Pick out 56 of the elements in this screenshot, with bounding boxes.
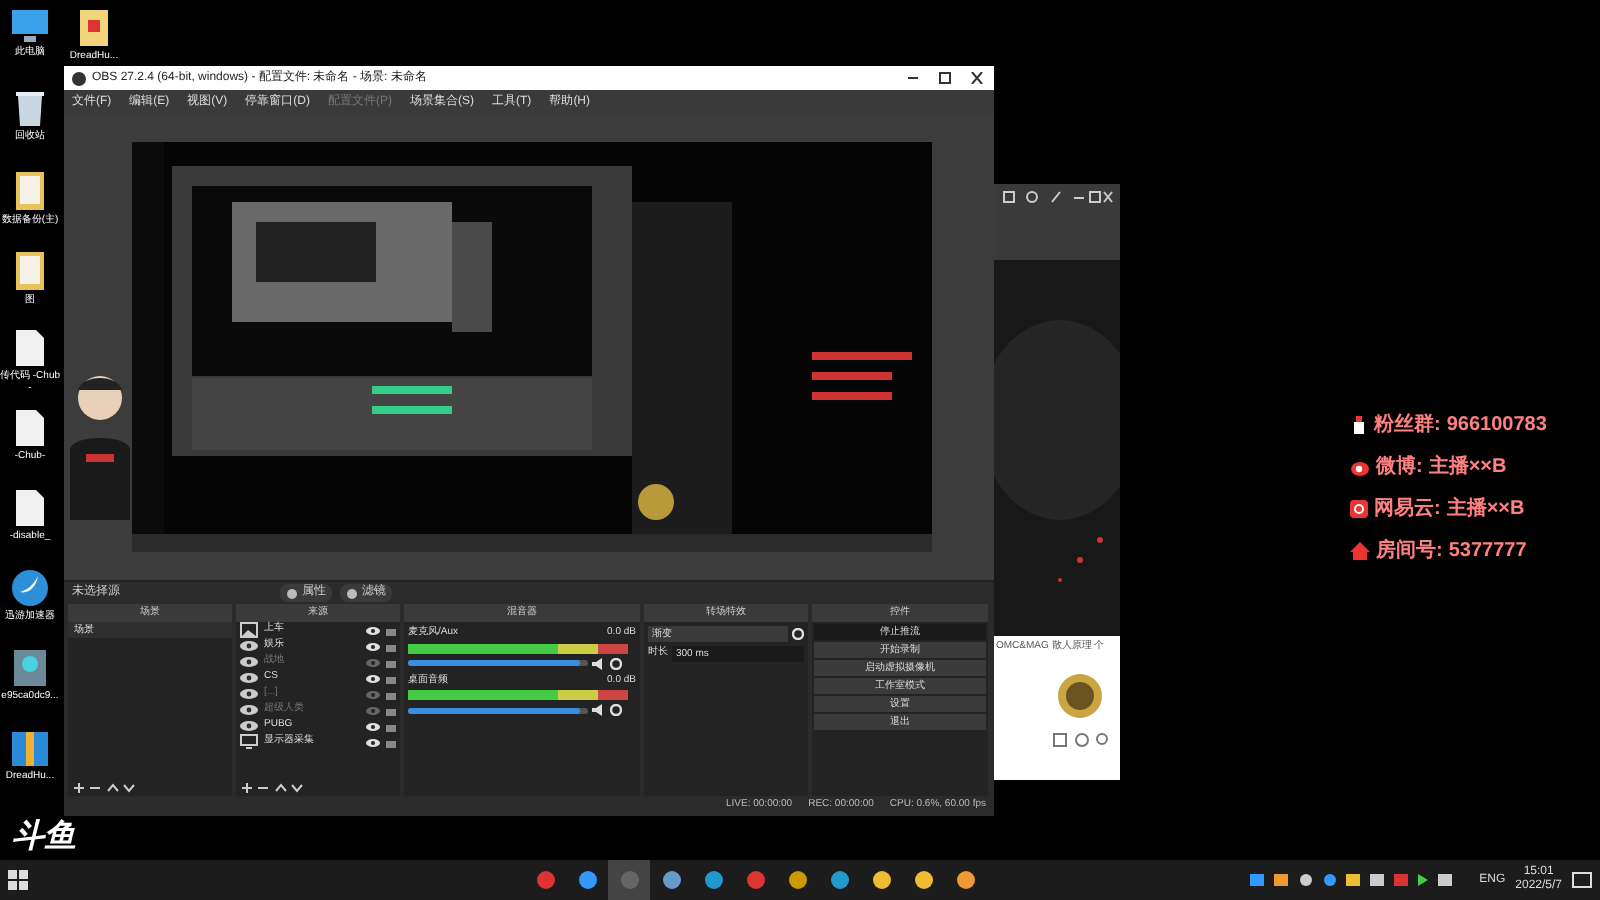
overlay-value: 主播××B: [1446, 494, 1525, 524]
music-app-icon: [1350, 500, 1368, 518]
app-icon: [745, 870, 765, 890]
overlay-label: 房间号:: [1376, 536, 1443, 566]
overlay-label: 粉丝群:: [1374, 411, 1441, 440]
speaker-icon[interactable]: [592, 704, 606, 716]
visibility-icon[interactable]: [366, 641, 380, 651]
gear-icon[interactable]: [610, 657, 622, 669]
gear-icon: [286, 587, 298, 599]
badge-emblem-icon: [1056, 671, 1104, 719]
image-icon: [240, 622, 258, 638]
app-icon: [10, 568, 50, 608]
file-icon: [14, 328, 46, 368]
visibility-icon[interactable]: [366, 673, 380, 683]
trash-icon: [14, 88, 46, 128]
obs-logo-icon: [72, 71, 86, 85]
home-icon: [1350, 542, 1370, 560]
visibility-icon[interactable]: [366, 721, 380, 731]
app-icon: [787, 870, 807, 890]
visibility-icon[interactable]: [366, 737, 380, 747]
window-controls-icon[interactable]: [906, 72, 986, 84]
notification-icon[interactable]: [1572, 871, 1592, 889]
file-icon: [14, 408, 46, 448]
gear-icon[interactable]: [792, 628, 804, 640]
gear-icon: [346, 587, 358, 599]
monitor-icon: [240, 734, 258, 750]
document-icon: [78, 8, 110, 48]
app-icon: [661, 870, 681, 890]
overlay-value: 主播××B: [1428, 452, 1507, 482]
overlay-value: 5377777: [1448, 538, 1527, 566]
gear-icon[interactable]: [610, 704, 622, 716]
app-icon: [703, 870, 723, 890]
weibo-icon: [1350, 458, 1370, 476]
window-controls-icon[interactable]: [1002, 190, 1114, 204]
file-icon: [14, 488, 46, 528]
archive-icon: [10, 728, 50, 768]
folder-icon: [14, 168, 46, 212]
cup-icon: [1350, 416, 1368, 434]
folder-icon: [14, 248, 46, 292]
app-icon: [829, 870, 849, 890]
app-icon: [577, 870, 597, 890]
overlay-label: 网易云:: [1374, 495, 1441, 524]
app-icon: [913, 870, 933, 890]
overlay-label: 微博:: [1376, 453, 1423, 482]
logo: 斗鱼: [12, 820, 76, 856]
speaker-icon[interactable]: [592, 657, 606, 669]
start-icon[interactable]: [8, 870, 28, 890]
overlay-value: 966100783: [1446, 412, 1547, 440]
app-icon: [871, 870, 891, 890]
image-file-icon: [12, 648, 48, 688]
toolbar-icons[interactable]: [1052, 731, 1112, 747]
computer-icon: [10, 8, 50, 44]
app-icon: [955, 870, 975, 890]
app-icon: [535, 870, 555, 890]
app-icon: [619, 870, 639, 890]
visibility-icon[interactable]: [366, 625, 380, 635]
